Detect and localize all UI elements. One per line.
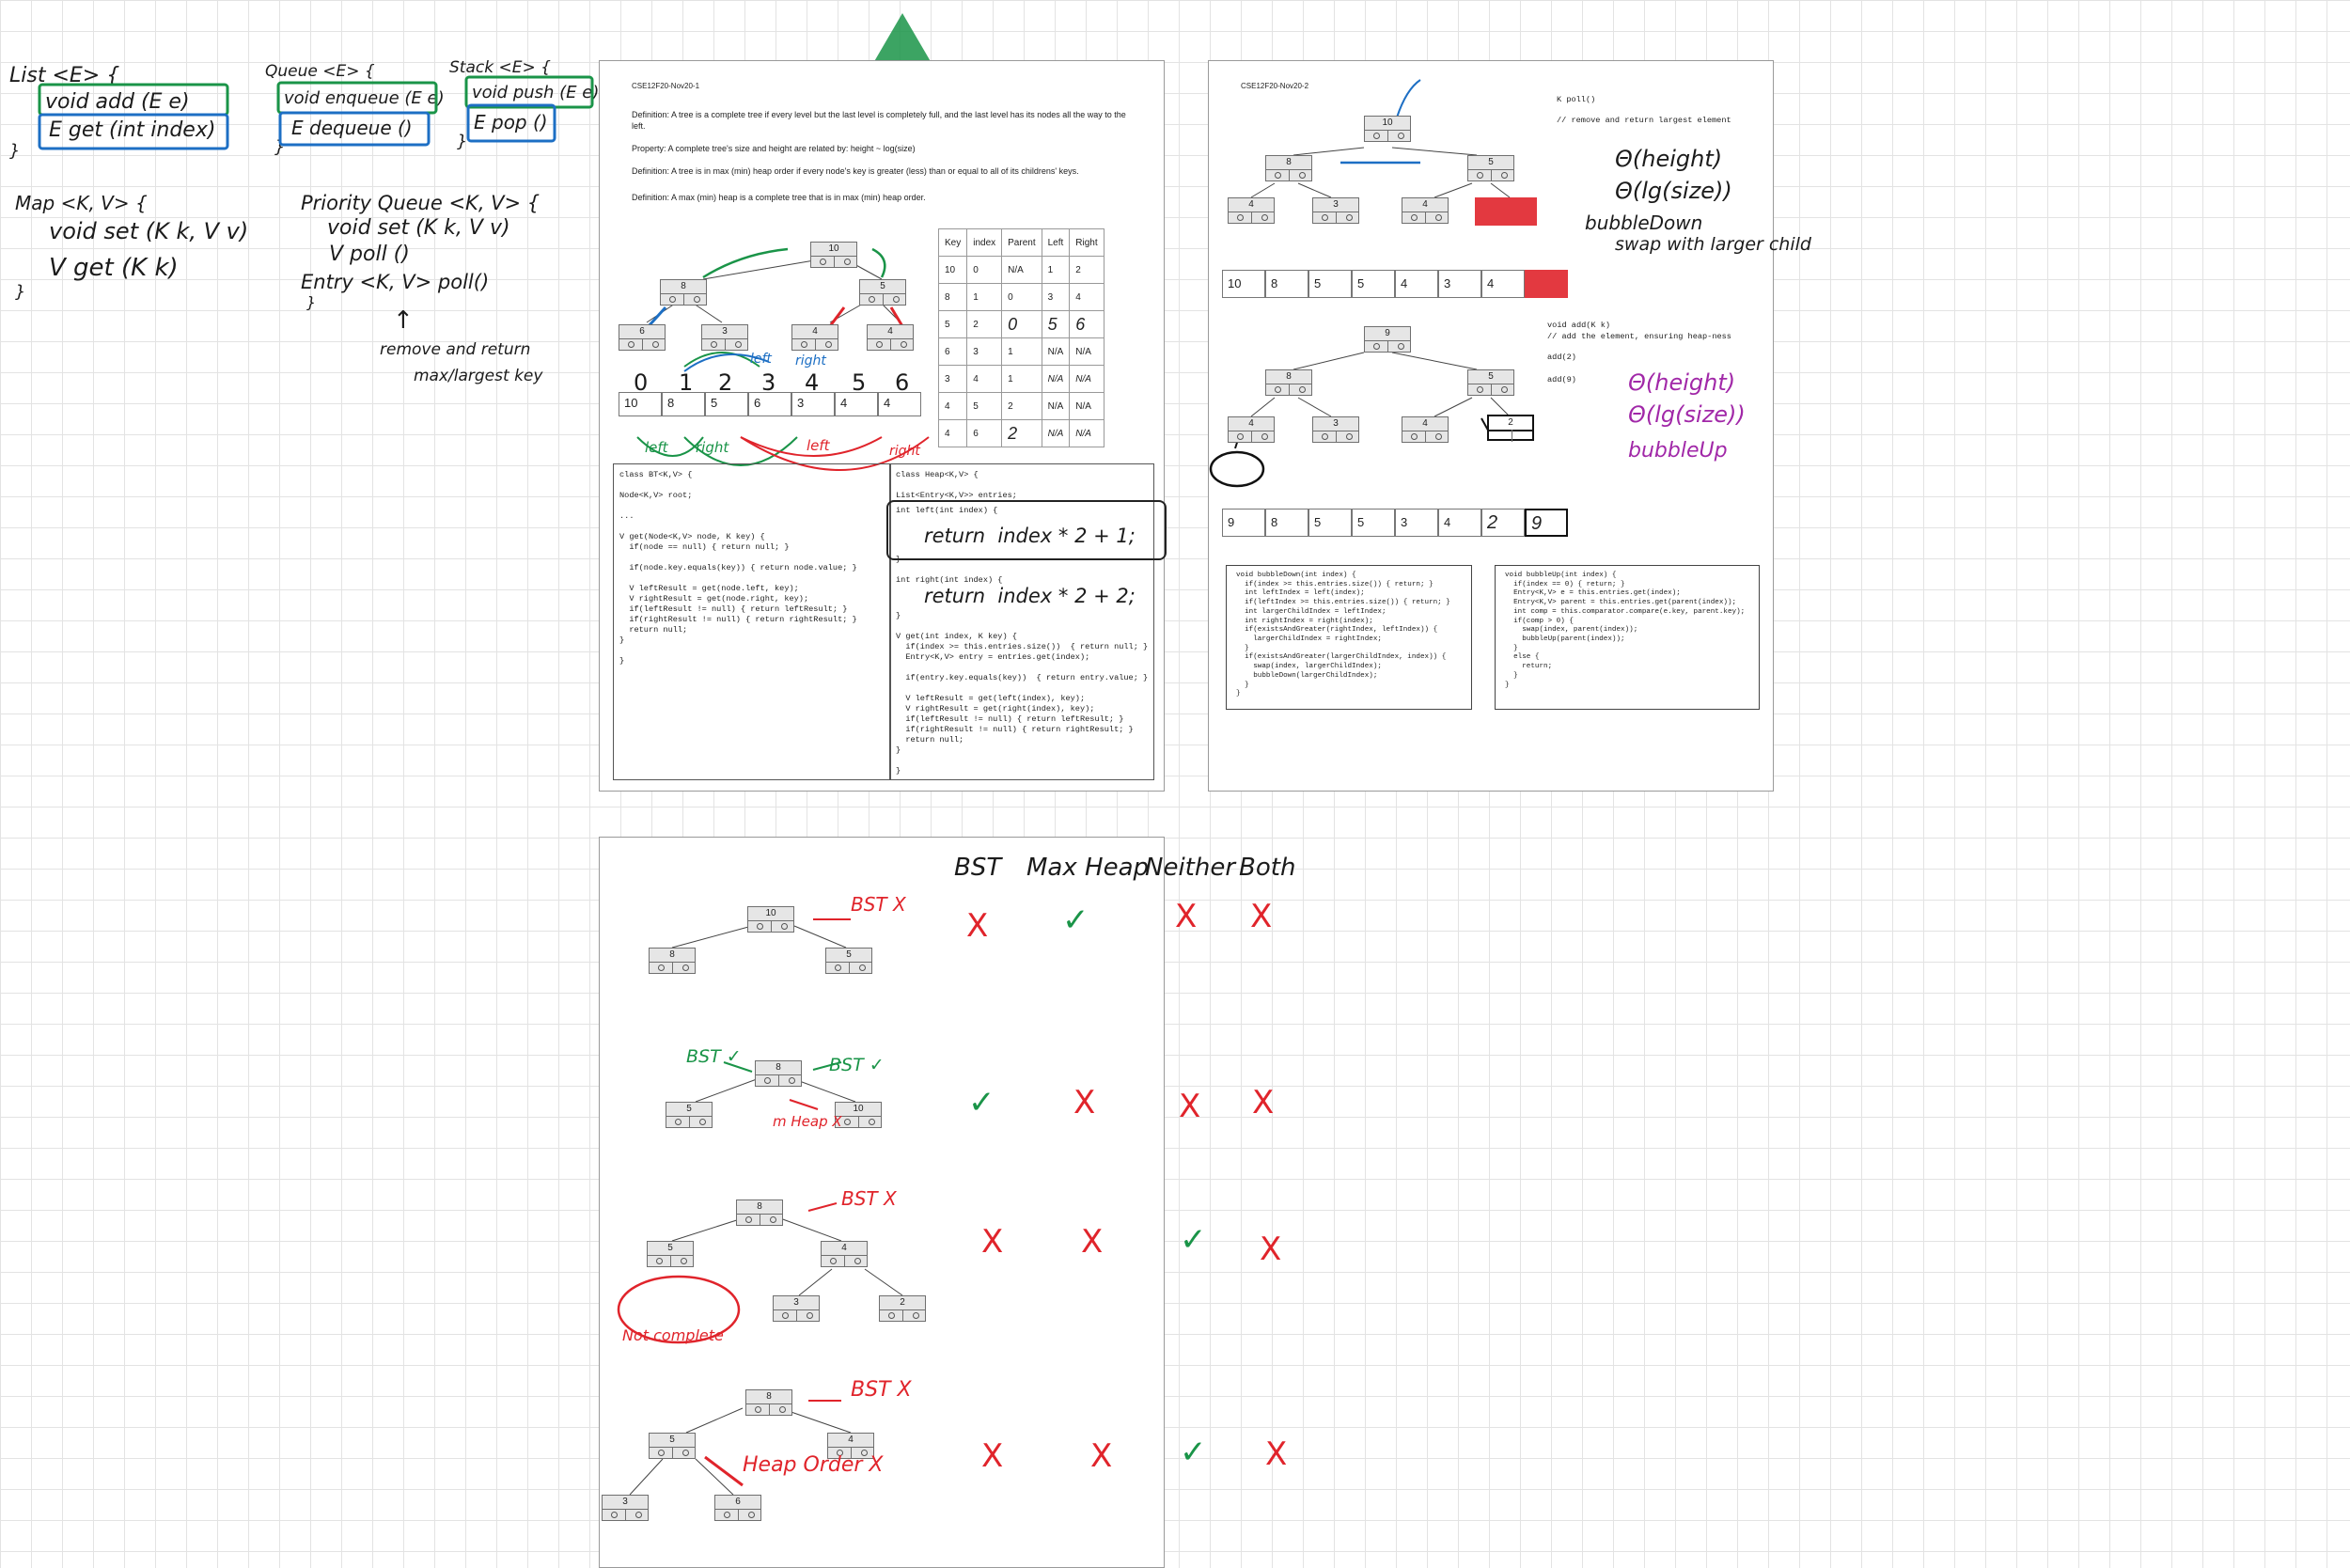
t1-note: BST X [851, 893, 906, 916]
t1-left: 8 [649, 948, 696, 974]
r4-bst: X [981, 1437, 1004, 1475]
t4-lr: 6 [714, 1495, 761, 1521]
page3-tree-edges [617, 918, 903, 1496]
t4-ll: 3 [602, 1495, 649, 1521]
t3-left: 5 [647, 1241, 694, 1267]
t2-heap-note: m Heap X [773, 1113, 842, 1130]
r2-both: X [1252, 1084, 1275, 1121]
r1-heap: ✓ [1062, 902, 1089, 939]
r2-heap: X [1073, 1084, 1096, 1121]
t4-heap-order: Heap Order X [743, 1453, 884, 1477]
r1-bst: X [966, 907, 989, 945]
t3-note: BST X [841, 1187, 897, 1210]
r2-bst: ✓ [968, 1084, 995, 1121]
r1-both: X [1250, 898, 1273, 935]
t4-left: 5 [649, 1433, 696, 1459]
r3-bst: X [981, 1223, 1004, 1261]
t3-rr: 2 [879, 1295, 926, 1322]
t4-note: BST X [851, 1378, 912, 1402]
t3-right: 4 [821, 1241, 868, 1267]
t1-right: 5 [825, 948, 872, 974]
t3-not-complete: Not complete [622, 1326, 724, 1344]
t3-rl: 3 [773, 1295, 820, 1322]
t2-note: BST ✓ [829, 1055, 885, 1075]
r2-neither: X [1179, 1088, 1201, 1125]
r3-both: X [1260, 1231, 1282, 1268]
t3-root: 8 [736, 1200, 783, 1226]
r4-neither: ✓ [1180, 1434, 1207, 1471]
r4-heap: X [1090, 1437, 1113, 1475]
t1-root: 10 [747, 906, 794, 933]
t4-root: 8 [745, 1389, 792, 1416]
r4-both: X [1265, 1435, 1288, 1473]
r1-neither: X [1175, 898, 1198, 935]
r3-heap: X [1081, 1223, 1104, 1261]
t2-left-note: BST ✓ [686, 1046, 742, 1067]
t2-root: 8 [755, 1060, 802, 1087]
t2-left: 5 [666, 1102, 713, 1128]
r3-neither: ✓ [1180, 1221, 1207, 1259]
